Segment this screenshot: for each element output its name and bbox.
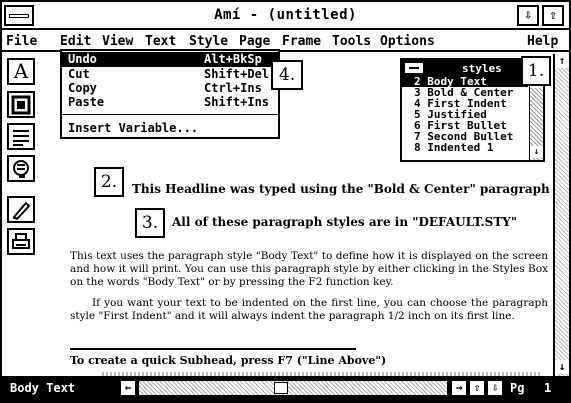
print-tool-button[interactable] <box>7 228 35 255</box>
styles-scroll-down-icon[interactable]: ↓ <box>530 146 543 158</box>
edit-menu-dropdown: Undo Alt+BkSp Cut Shift+Del Copy Ctrl+Ins P… <box>60 49 280 139</box>
style-item-body-text[interactable]: 2 Body Text <box>402 76 528 87</box>
print-tool-icon <box>12 233 30 249</box>
title-bar: Amí - (untitled) ⇩ ⇧ <box>2 2 569 30</box>
body-paragraph-1: This text uses the paragraph style "Body… <box>70 250 548 288</box>
draw-tool-icon <box>12 201 31 220</box>
maximize-button[interactable]: ⇧ <box>542 5 564 26</box>
menu-frame[interactable]: Frame <box>282 34 321 49</box>
style-item-justified[interactable]: 5 Justified <box>402 109 528 120</box>
frame-tool-icon <box>11 95 31 115</box>
style-item-first-bullet[interactable]: 6 First Bullet <box>402 120 528 131</box>
paragraph-tool-button[interactable] <box>7 123 35 150</box>
status-bar: Body Text ← → ⇧ ⇩ Pg 1 <box>2 376 569 401</box>
menu-item-paste[interactable]: Paste Shift+Ins <box>62 95 278 110</box>
styles-scrollbar[interactable]: ↑ ↓ <box>529 76 543 160</box>
graphics-tool-button[interactable] <box>7 155 35 182</box>
body-paragraph-2: If you want your text to be indented on … <box>70 297 548 322</box>
scroll-up-arrow-icon[interactable]: ↑ <box>555 54 569 68</box>
window-title: Amí - (untitled) <box>214 7 357 23</box>
menu-help[interactable]: Help <box>527 34 558 49</box>
callout-2: 2. <box>94 167 124 197</box>
page-number: 1 <box>544 381 552 395</box>
app-window: Amí - (untitled) ⇩ ⇧ File Edit View Text… <box>0 0 571 403</box>
horizontal-scrollbar[interactable] <box>138 380 448 396</box>
menu-view[interactable]: View <box>102 34 133 49</box>
callout-1: 1. <box>521 56 551 86</box>
vertical-scrollbar[interactable]: ↑ ↓ <box>553 54 569 376</box>
minimize-button[interactable]: ⇩ <box>517 5 539 26</box>
menu-separator <box>62 114 278 115</box>
scroll-right-arrow-icon[interactable]: → <box>451 380 467 396</box>
menu-page[interactable]: Page <box>239 34 270 49</box>
menu-edit[interactable]: Edit <box>60 34 91 49</box>
page-down-icon[interactable]: ⇩ <box>487 380 503 396</box>
horizontal-scroll-thumb[interactable] <box>274 382 288 394</box>
current-style-label: Body Text <box>10 381 76 395</box>
menu-style[interactable]: Style <box>189 34 228 49</box>
style-item-bold-center[interactable]: 3 Bold & Center <box>402 87 528 98</box>
graphics-tool-icon <box>13 160 29 178</box>
style-item-first-indent[interactable]: 4 First Indent <box>402 98 528 109</box>
menu-item-undo[interactable]: Undo Alt+BkSp <box>62 52 278 67</box>
menu-options[interactable]: Options <box>380 34 435 49</box>
subheadline-text: All of these paragraph styles are in "DE… <box>172 215 518 229</box>
style-item-indented-1[interactable]: 8 Indented 1 <box>402 142 528 153</box>
callout-3: 3. <box>135 208 165 238</box>
styles-list: 2 Body Text 3 Bold & Center 4 First Inde… <box>402 76 528 153</box>
page-up-icon[interactable]: ⇧ <box>469 380 485 396</box>
frame-tool-button[interactable] <box>7 91 35 118</box>
text-tool-icon: A <box>13 59 29 83</box>
callout-4: 4. <box>271 60 303 90</box>
toolbox: A <box>4 54 40 374</box>
draw-tool-button[interactable] <box>7 196 35 223</box>
styles-box-title: styles <box>462 62 502 75</box>
text-tool-button[interactable]: A <box>7 58 35 85</box>
scroll-left-arrow-icon[interactable]: ← <box>120 380 136 396</box>
scroll-down-arrow-icon[interactable]: ↓ <box>555 360 569 374</box>
headline-text: This Headline was typed using the "Bold … <box>132 182 553 196</box>
menu-item-cut[interactable]: Cut Shift+Del <box>62 67 278 82</box>
menu-tools[interactable]: Tools <box>332 34 371 49</box>
styles-box-control-icon[interactable] <box>405 63 423 73</box>
menu-file[interactable]: File <box>6 34 37 49</box>
subhead-text: To create a quick Subhead, press F7 ("Li… <box>70 348 386 367</box>
menu-text[interactable]: Text <box>145 34 176 49</box>
paragraph-tool-icon <box>13 130 29 146</box>
page-label: Pg <box>510 381 525 395</box>
style-item-second-bullet[interactable]: 7 Second Bullet <box>402 131 528 142</box>
menu-item-insert-variable[interactable]: Insert Variable... <box>62 121 278 136</box>
menu-item-copy[interactable]: Copy Ctrl+Ins <box>62 81 278 96</box>
